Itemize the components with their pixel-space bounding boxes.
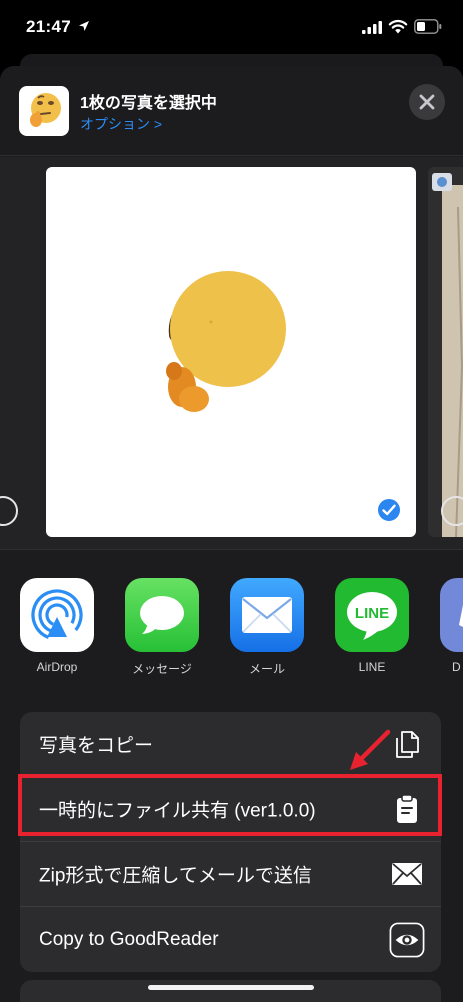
close-button[interactable] bbox=[409, 84, 445, 120]
app-label: メール bbox=[248, 662, 285, 676]
selected-photo[interactable] bbox=[46, 167, 416, 537]
status-bar: 21:47 bbox=[0, 0, 463, 54]
options-link[interactable]: オプション > bbox=[80, 114, 162, 134]
app-line[interactable]: LINE LINE bbox=[334, 578, 410, 674]
app-discord[interactable]: D bbox=[440, 578, 463, 674]
selected-photo-thumbnail bbox=[19, 86, 69, 136]
highlight-box bbox=[18, 774, 442, 836]
messages-icon bbox=[125, 578, 199, 652]
next-photo-image bbox=[428, 167, 463, 537]
goodreader-icon bbox=[389, 922, 425, 958]
app-label: AirDrop bbox=[36, 660, 78, 674]
line-icon: LINE bbox=[335, 578, 409, 652]
close-icon bbox=[419, 94, 435, 110]
photo-carousel[interactable] bbox=[0, 157, 463, 550]
copy-icon bbox=[389, 726, 425, 762]
app-label: LINE bbox=[358, 660, 386, 674]
app-label: メッセージ bbox=[132, 662, 192, 676]
selection-title: 1枚の写真を選択中 bbox=[80, 95, 217, 112]
action-label: Zip形式で圧縮してメールで送信 bbox=[39, 865, 312, 887]
emoji-sticker-image bbox=[166, 271, 286, 412]
action-label: 写真をコピー bbox=[39, 735, 154, 757]
envelope-icon bbox=[389, 856, 425, 892]
status-time: 21:47 bbox=[26, 17, 71, 36]
app-label: D bbox=[452, 660, 461, 674]
next-photo[interactable] bbox=[428, 167, 463, 537]
app-airdrop[interactable]: AirDrop bbox=[19, 578, 95, 674]
thinking-face-icon bbox=[30, 93, 61, 127]
airdrop-icon bbox=[20, 578, 94, 652]
battery-icon bbox=[414, 19, 442, 34]
share-apps-row[interactable]: AirDrop メッセージ メール LINE LINE D bbox=[0, 578, 463, 690]
app-messages[interactable]: メッセージ bbox=[124, 578, 200, 677]
home-indicator[interactable] bbox=[148, 985, 314, 990]
app-mail[interactable]: メール bbox=[229, 578, 305, 677]
discord-icon bbox=[440, 578, 463, 652]
red-arrow-icon bbox=[350, 729, 391, 770]
action-zip-mail[interactable]: Zip形式で圧縮してメールで送信 bbox=[20, 842, 441, 907]
location-arrow-icon bbox=[79, 21, 89, 31]
action-copy-to-goodreader[interactable]: Copy to GoodReader bbox=[20, 907, 441, 972]
wifi-icon bbox=[388, 19, 408, 34]
share-header: 1枚の写真を選択中 オプション > bbox=[0, 66, 463, 156]
cellular-signal-icon bbox=[362, 21, 382, 34]
selected-checkmark[interactable] bbox=[376, 497, 402, 523]
checkmark-icon bbox=[382, 504, 396, 516]
mail-icon bbox=[230, 578, 304, 652]
share-sheet: 1枚の写真を選択中 オプション > AirDrop メッセージ メール LINE… bbox=[0, 66, 463, 1002]
unselected-photo-circle[interactable] bbox=[441, 496, 463, 526]
next-action-group bbox=[20, 980, 441, 1002]
line-icon-text: LINE bbox=[355, 605, 389, 622]
unselected-photo-circle[interactable] bbox=[0, 496, 18, 526]
action-label: Copy to GoodReader bbox=[39, 928, 219, 950]
